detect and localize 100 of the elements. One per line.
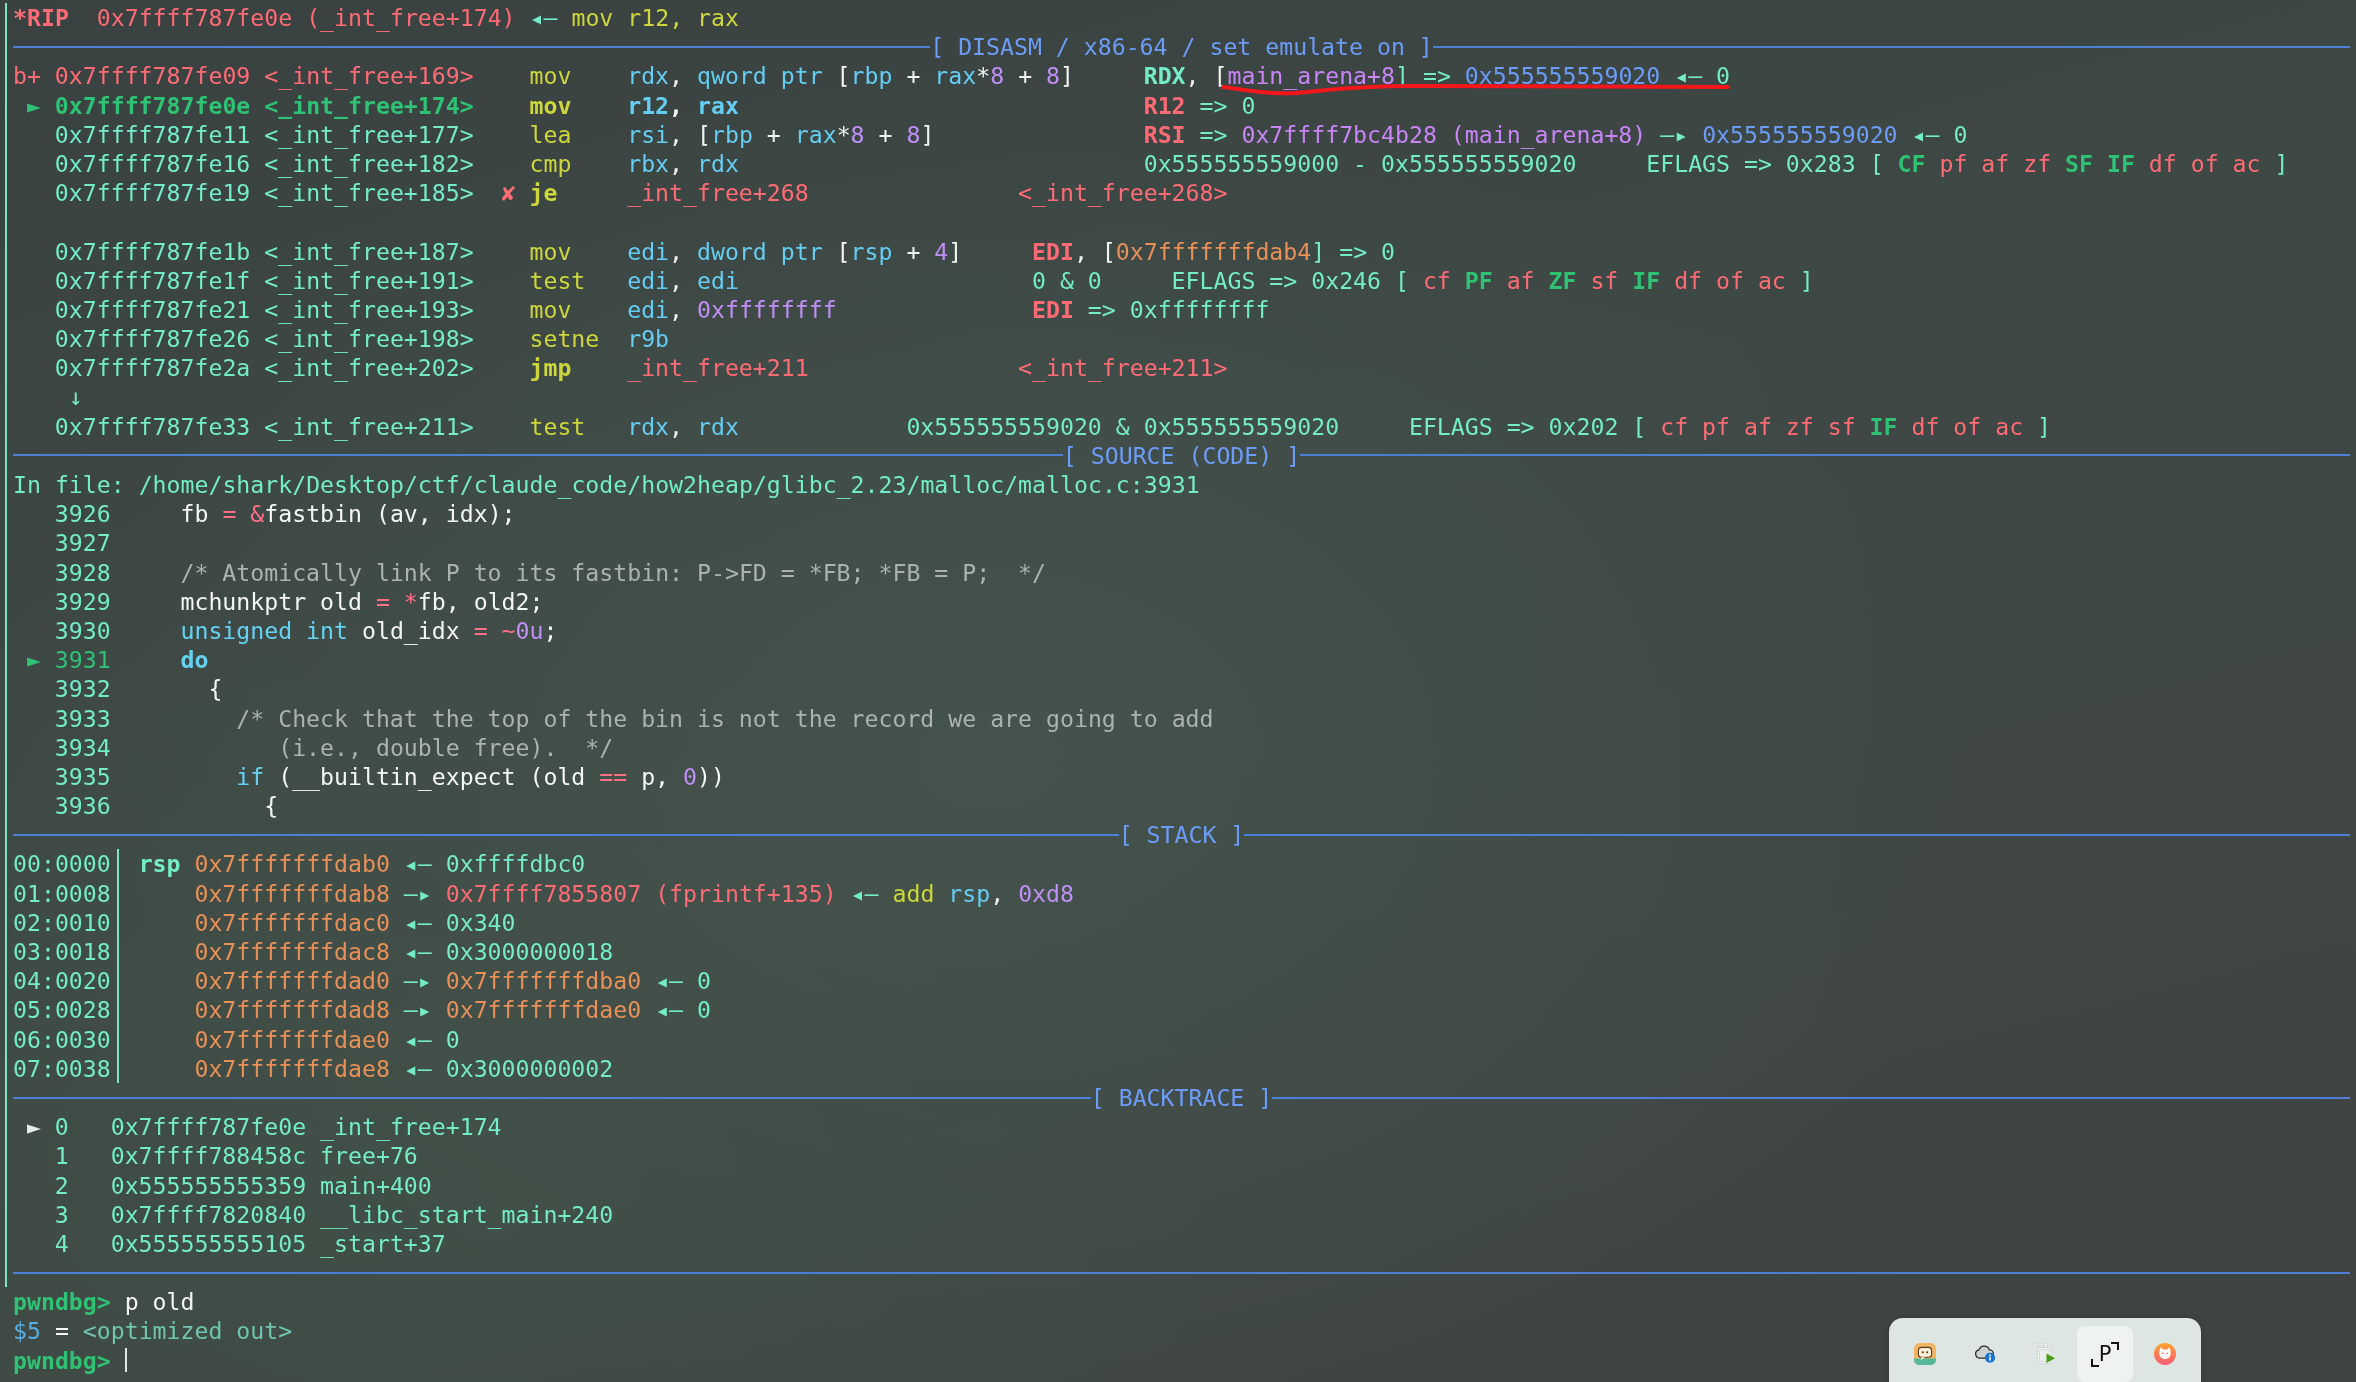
flag-label: df (2148, 148, 2177, 179)
symbol-offset: <_int_free+182> (264, 149, 474, 179)
stack-offset: 05:0028 (13, 995, 111, 1025)
flag-label: of (1953, 411, 1982, 441)
frame-symbol: main+400 (320, 1170, 432, 1200)
operands: edi, 0xffffffff (627, 294, 837, 325)
line-number: 3933 (54, 703, 111, 733)
symbol-offset: <_int_free+174> (264, 90, 474, 120)
flag-label: of (1716, 265, 1744, 295)
console-line: pwndbg> p old (13, 1288, 195, 1316)
frame-number: 2 (54, 1170, 69, 1200)
frame-symbol: __libc_start_main+240 (320, 1199, 614, 1229)
mnemonic: mov (529, 90, 572, 120)
annotation: 0x555555559000 - 0x555555559020 EFLAGS => 0x283 [ (1143, 149, 1884, 179)
stack-address: 0x7fffffffdab8 (194, 878, 390, 908)
operands: r12, rax (627, 90, 739, 120)
frame-address: 0x7ffff7820840 (110, 1199, 307, 1229)
flag-label: cf (1660, 411, 1689, 441)
operands: edi, dword ptr [rsp + 4] (627, 236, 963, 266)
breakpoint-marker: b+ (13, 61, 41, 91)
instruction-address: 0x7ffff787fe33 (54, 411, 251, 441)
code-line: (i.e., double free). */ (278, 732, 614, 762)
mnemonic: mov (529, 236, 572, 266)
code-line: /* Check that the top of the bin is not the record we are going to add (236, 703, 1214, 733)
chat-app-icon (1914, 1343, 1936, 1365)
register-line: *RIP 0x7ffff787fe0e (_int_free+174) ◂— mov r12, rax (13, 4, 739, 31)
line-number: 3926 (54, 499, 111, 529)
flag-label: of (2190, 148, 2219, 179)
instruction-address: 0x7ffff787fe2a (54, 353, 251, 383)
annotation: <_int_free+211> (1018, 353, 1228, 383)
command-input[interactable] (124, 1348, 127, 1373)
flag-label: ZF (1548, 265, 1577, 295)
stack-value: —▸ 0x7ffff7855807 (fprintf+135) ◂— add rsp, 0xd8 (403, 878, 1074, 908)
operands: edi, edi (627, 265, 739, 295)
line-number: 3927 (54, 528, 111, 558)
mnemonic: jmp (529, 353, 572, 383)
section-title: [ BACKTRACE ] (1090, 1082, 1273, 1113)
code-line: { (264, 791, 279, 821)
code-line: mchunkptr old = *fb, old2; (180, 586, 544, 616)
flag-label: sf (1590, 265, 1619, 295)
code-line: { (208, 674, 223, 704)
annotation: 0 & 0 EFLAGS => 0x246 [ (1032, 265, 1409, 295)
operands: rsi, [rbp + rax*8 + 8] (627, 119, 935, 149)
flag-label: pf (1702, 411, 1730, 441)
stack-address: 0x7fffffffdac8 (194, 937, 390, 967)
frame-number: 0 (54, 1112, 69, 1142)
frame-number: 1 (54, 1141, 69, 1171)
mnemonic: test (529, 411, 586, 441)
operands: rdx, rdx (627, 411, 739, 441)
code-line: do (180, 645, 209, 675)
section-title: [ DISASM / x86-64 / set emulate on ] (930, 32, 1433, 62)
mnemonic: setne (529, 324, 600, 354)
stack-value: ◂— 0x3000000018 (403, 937, 614, 967)
prompt-label: pwndbg> (13, 1345, 111, 1375)
mnemonic: test (529, 265, 586, 295)
line-number: 3929 (54, 586, 111, 616)
stack-value: ◂— 0 (403, 1024, 460, 1054)
stack-offset: 04:0020 (13, 966, 111, 996)
instruction-address: 0x7ffff787fe11 (54, 119, 251, 149)
operands: r9b (627, 324, 670, 354)
section-title: [ SOURCE (CODE) ] (1062, 440, 1301, 470)
symbol-offset: <_int_free+191> (264, 266, 474, 295)
frame-address: 0x555555555105 (110, 1228, 307, 1259)
operands: _int_free+211 (627, 353, 809, 383)
line-number: 3928 (54, 557, 111, 587)
mnemonic: lea (529, 119, 572, 149)
stack-address: 0x7fffffffdae8 (194, 1053, 390, 1083)
symbol-offset: <_int_free+198> (264, 324, 474, 354)
frame-symbol: _start+37 (320, 1229, 446, 1259)
flag-label: af (1981, 148, 2010, 179)
annotation: ] (1799, 265, 1814, 295)
branch-mark: ✘ (501, 178, 516, 208)
stack-value: ◂— 0x3000000002 (403, 1053, 614, 1083)
symbol-offset: <_int_free+169> (264, 61, 474, 91)
current-line-marker: ► (26, 645, 41, 675)
annotation: ] (2037, 411, 2052, 441)
flag-label: SF (2065, 148, 2093, 179)
windows-play-icon (2034, 1343, 2056, 1365)
stack-value: —▸ 0x7fffffffdba0 ◂— 0 (403, 966, 711, 996)
stack-address: 0x7fffffffdad0 (194, 966, 390, 996)
frame-symbol: free+76 (320, 1141, 418, 1171)
flag-label: IF (1869, 411, 1898, 441)
line-number: 3936 (54, 791, 111, 821)
operands: rbx, rdx (627, 148, 739, 179)
flag-label: ac (1757, 265, 1786, 295)
instruction-address: 0x7ffff787fe19 (54, 178, 251, 208)
frame-symbol: _int_free+174 (320, 1112, 502, 1142)
register-name: rsp (138, 849, 181, 879)
stack-value: ◂— 0x340 (403, 907, 516, 937)
annotation: <_int_free+268> (1018, 178, 1228, 208)
mnemonic: cmp (529, 148, 572, 179)
annotation: EDI, [0x7fffffffdab4] => 0 (1032, 236, 1395, 266)
console-line: $5 = <optimized out> (13, 1317, 293, 1345)
flag-label: sf (1827, 411, 1856, 441)
tray-button[interactable]: P (2077, 1326, 2133, 1382)
stack-address: 0x7fffffffdae0 (194, 1024, 390, 1054)
instruction-address: 0x7ffff787fe16 (54, 148, 251, 179)
flag-label: cf (1422, 265, 1451, 295)
symbol-offset: <_int_free+187> (264, 236, 474, 266)
code-line: /* Atomically link P to its fastbin: P->FD = *FB; *FB = P; */ (180, 557, 1046, 587)
